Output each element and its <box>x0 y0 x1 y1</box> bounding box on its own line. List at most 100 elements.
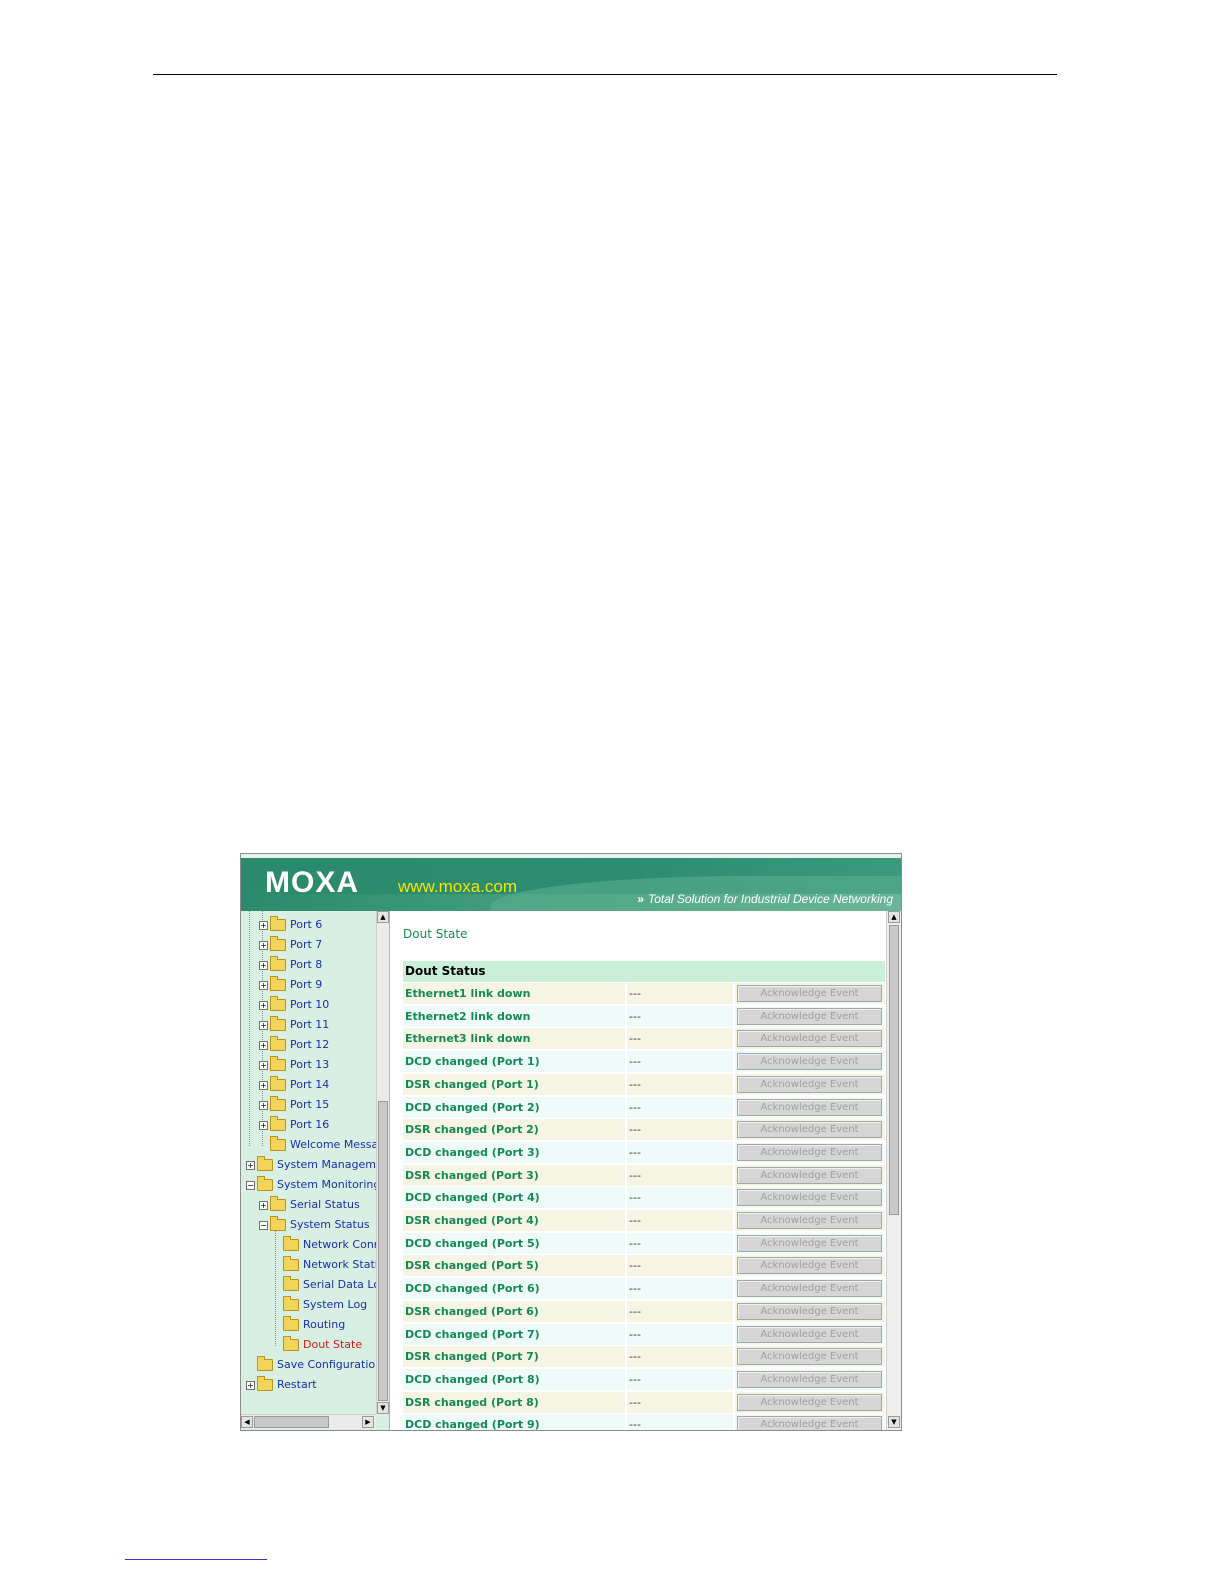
event-label: DCD changed (Port 1) <box>403 1051 625 1073</box>
event-label: DSR changed (Port 8) <box>403 1391 625 1413</box>
event-state: --- <box>627 1414 733 1430</box>
expand-icon[interactable]: + <box>259 980 268 990</box>
expand-icon[interactable]: + <box>259 940 268 950</box>
expand-icon[interactable]: + <box>259 960 268 970</box>
acknowledge-event-button[interactable]: Acknowledge Event <box>737 1030 882 1048</box>
acknowledge-event-button[interactable]: Acknowledge Event <box>737 1302 882 1320</box>
folder-icon <box>270 976 286 991</box>
event-state: --- <box>627 1278 733 1300</box>
tree-item-routing[interactable]: Routing <box>272 1315 345 1335</box>
tree-item-port-15[interactable]: + Port 15 <box>259 1095 329 1115</box>
event-label: Ethernet1 link down <box>403 983 625 1004</box>
folder-icon <box>283 1336 299 1351</box>
acknowledge-event-button[interactable]: Acknowledge Event <box>737 1075 882 1093</box>
tree-item-port-12[interactable]: + Port 12 <box>259 1035 329 1055</box>
acknowledge-event-button[interactable]: Acknowledge Event <box>737 1370 882 1388</box>
acknowledge-event-button[interactable]: Acknowledge Event <box>737 1098 882 1116</box>
tree-item-serial-data-log[interactable]: Serial Data Log <box>272 1275 376 1295</box>
folder-icon <box>283 1276 299 1291</box>
expand-icon[interactable]: + <box>259 1060 268 1070</box>
expand-icon[interactable]: + <box>259 1100 268 1110</box>
event-state: --- <box>627 1096 733 1118</box>
page-header-rule <box>153 74 1057 75</box>
tree-item-dout-state[interactable]: Dout State <box>272 1335 362 1355</box>
event-label: Ethernet3 link down <box>403 1028 625 1050</box>
tree-item-port-14[interactable]: + Port 14 <box>259 1075 329 1095</box>
table-row: DSR changed (Port 6) --- Acknowledge Event <box>403 1300 885 1323</box>
table-row: DCD changed (Port 2) --- Acknowledge Event <box>403 1096 885 1119</box>
tree-item-label: Port 11 <box>290 1018 330 1031</box>
tree-scroll-thumb[interactable] <box>378 1101 388 1401</box>
tree-vertical-scrollbar[interactable]: ▲ ▼ <box>376 911 389 1414</box>
tree-item-system-log[interactable]: System Log <box>272 1295 367 1315</box>
tree-horizontal-scrollbar[interactable]: ◀ ▶ <box>241 1414 376 1429</box>
tree-item-welcome-messag[interactable]: Welcome Messag <box>259 1135 376 1155</box>
tree-item-serial-status[interactable]: + Serial Status <box>259 1195 360 1215</box>
acknowledge-event-button[interactable]: Acknowledge Event <box>737 1348 882 1366</box>
expand-icon[interactable]: + <box>259 1000 268 1010</box>
tree-item-network-statis[interactable]: Network Statis <box>272 1255 376 1275</box>
tree-item-system-monitoring[interactable]: − System Monitoring <box>246 1175 376 1195</box>
expand-icon[interactable]: + <box>246 1380 255 1390</box>
scroll-right-arrow-icon[interactable]: ▶ <box>362 1416 374 1428</box>
acknowledge-event-button[interactable]: Acknowledge Event <box>737 1393 882 1411</box>
event-label: Ethernet2 link down <box>403 1005 625 1027</box>
tree-item-system-managemen[interactable]: + System Managemen <box>246 1155 376 1175</box>
expand-icon[interactable]: + <box>259 1120 268 1130</box>
content-scroll-thumb[interactable] <box>889 925 899 1215</box>
tree-item-port-9[interactable]: + Port 9 <box>259 975 322 995</box>
table-row: DCD changed (Port 5) --- Acknowledge Event <box>403 1232 885 1255</box>
tree-item-system-status[interactable]: − System Status <box>259 1215 370 1235</box>
table-row: DCD changed (Port 9) --- Acknowledge Event <box>403 1414 885 1430</box>
event-label: DCD changed (Port 8) <box>403 1368 625 1390</box>
acknowledge-event-button[interactable]: Acknowledge Event <box>737 985 882 1002</box>
acknowledge-event-button[interactable]: Acknowledge Event <box>737 1257 882 1275</box>
event-label: DSR changed (Port 7) <box>403 1346 625 1368</box>
acknowledge-event-button[interactable]: Acknowledge Event <box>737 1280 882 1298</box>
tree-item-port-11[interactable]: + Port 11 <box>259 1015 329 1035</box>
tree-item-port-7[interactable]: + Port 7 <box>259 935 322 955</box>
scroll-up-arrow-icon[interactable]: ▲ <box>377 911 389 923</box>
expand-icon[interactable]: + <box>246 1160 255 1170</box>
scroll-up-arrow-icon[interactable]: ▲ <box>888 911 900 923</box>
acknowledge-event-button[interactable]: Acknowledge Event <box>737 1053 882 1071</box>
acknowledge-event-button[interactable]: Acknowledge Event <box>737 1189 882 1207</box>
acknowledge-event-button[interactable]: Acknowledge Event <box>737 1416 882 1430</box>
acknowledge-event-button[interactable]: Acknowledge Event <box>737 1143 882 1161</box>
tree-item-port-6[interactable]: + Port 6 <box>259 915 322 935</box>
expand-icon[interactable]: + <box>259 1040 268 1050</box>
tree-item-restart[interactable]: + Restart <box>246 1375 317 1395</box>
scroll-down-arrow-icon[interactable]: ▼ <box>377 1402 389 1414</box>
expand-icon[interactable]: + <box>259 1200 268 1210</box>
tree-item-label: Port 7 <box>290 938 323 951</box>
event-label: DCD changed (Port 5) <box>403 1232 625 1254</box>
event-label: DCD changed (Port 6) <box>403 1278 625 1300</box>
acknowledge-event-button[interactable]: Acknowledge Event <box>737 1212 882 1229</box>
expand-icon[interactable]: + <box>259 1080 268 1090</box>
expand-icon[interactable]: + <box>259 920 268 930</box>
collapse-icon[interactable]: − <box>246 1180 255 1190</box>
acknowledge-event-button[interactable]: Acknowledge Event <box>737 1325 882 1343</box>
expand-icon[interactable]: + <box>259 1020 268 1030</box>
tree-item-network-conne[interactable]: Network Conne <box>272 1235 376 1255</box>
table-row: DSR changed (Port 4) --- Acknowledge Event <box>403 1210 885 1232</box>
tree-hscroll-thumb[interactable] <box>254 1416 329 1428</box>
scroll-down-arrow-icon[interactable]: ▼ <box>888 1416 900 1428</box>
acknowledge-event-button[interactable]: Acknowledge Event <box>737 1121 882 1139</box>
scroll-left-arrow-icon[interactable]: ◀ <box>241 1416 253 1428</box>
tree-item-port-10[interactable]: + Port 10 <box>259 995 329 1015</box>
tree-item-save-configuration[interactable]: Save Configuration <box>246 1355 376 1375</box>
collapse-icon[interactable]: − <box>259 1220 268 1230</box>
folder-icon <box>270 916 286 931</box>
acknowledge-event-button[interactable]: Acknowledge Event <box>737 1007 882 1025</box>
content-vertical-scrollbar[interactable]: ▲ ▼ <box>886 911 901 1430</box>
site-url[interactable]: www.moxa.com <box>398 877 517 897</box>
acknowledge-event-button[interactable]: Acknowledge Event <box>737 1234 882 1252</box>
folder-icon <box>270 956 286 971</box>
acknowledge-event-button[interactable]: Acknowledge Event <box>737 1166 882 1184</box>
tree-item-port-13[interactable]: + Port 13 <box>259 1055 329 1075</box>
event-state: --- <box>627 1323 733 1345</box>
section-header: Dout Status <box>403 961 885 982</box>
tree-item-port-8[interactable]: + Port 8 <box>259 955 322 975</box>
tree-item-port-16[interactable]: + Port 16 <box>259 1115 329 1135</box>
